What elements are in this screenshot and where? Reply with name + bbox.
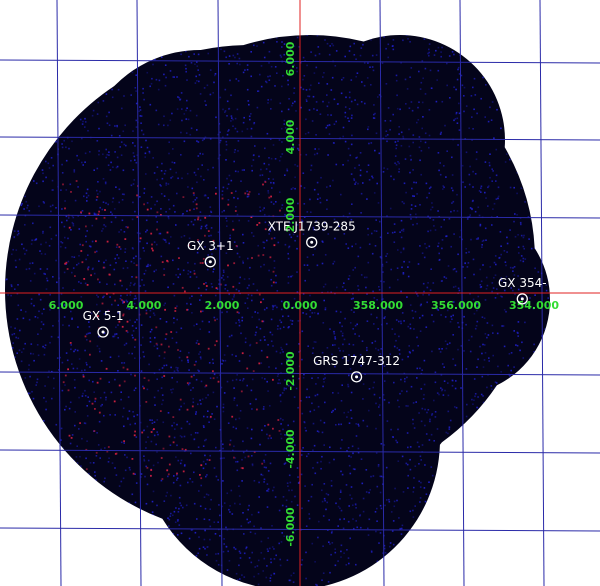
source-label: GX 5-1	[83, 309, 124, 323]
source-dot	[520, 297, 524, 301]
longitude-tick-label: 358.000	[353, 299, 403, 312]
latitude-tick-label: -4.000	[284, 429, 297, 469]
longitude-tick-label: 6.000	[49, 299, 84, 312]
source-dot	[208, 260, 212, 264]
source-dot	[310, 240, 314, 244]
source-dot	[101, 330, 105, 334]
sky-map: 6.000 4.000 2.000 0.000 358.000 356.000 354.00…	[0, 0, 600, 586]
source-dot	[355, 375, 359, 379]
source-label: GX 3+1	[187, 239, 234, 253]
longitude-tick-label: 0.000	[283, 299, 318, 312]
latitude-tick-label: 4.000	[284, 119, 297, 154]
latitude-tick-label: 6.000	[284, 41, 297, 76]
latitude-tick-label: -2.000	[284, 351, 297, 391]
source-label: GRS 1747-312	[313, 354, 400, 368]
longitude-tick-label: 2.000	[205, 299, 240, 312]
longitude-tick-label: 356.000	[431, 299, 481, 312]
longitude-tick-label: 354.000	[509, 299, 559, 312]
latitude-tick-label: -6.000	[284, 507, 297, 547]
source-label: GX 354-	[498, 276, 547, 290]
source-label: XTE J1739-285	[268, 219, 356, 233]
longitude-tick-label: 4.000	[127, 299, 162, 312]
